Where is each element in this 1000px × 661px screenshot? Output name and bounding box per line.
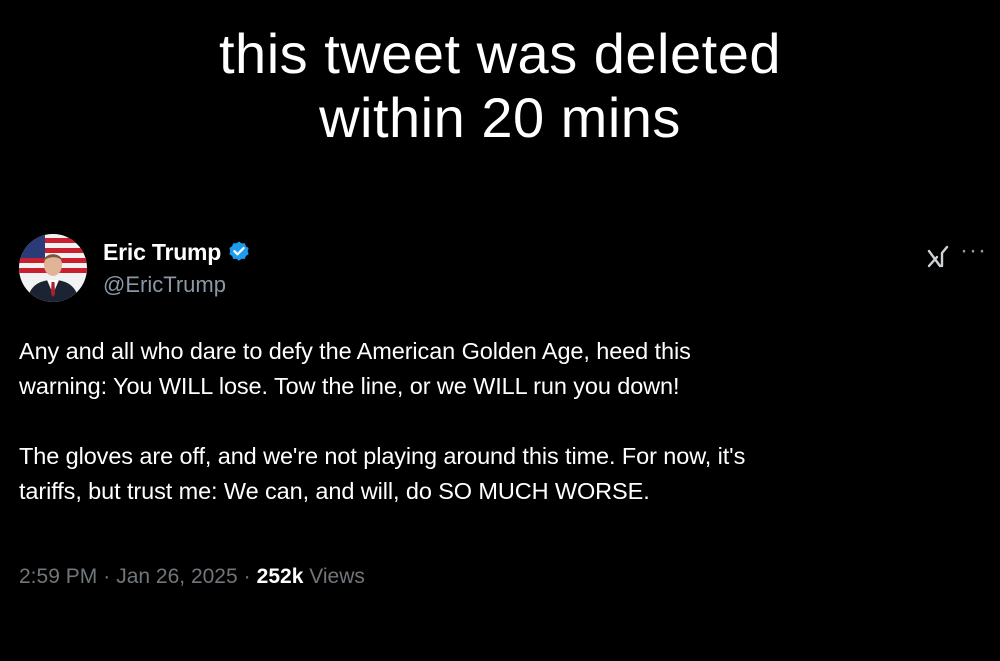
separator: · xyxy=(243,565,251,588)
tweet-paragraph: The gloves are off, and we're not playin… xyxy=(19,439,979,509)
author-name-row: Eric Trump xyxy=(103,237,251,267)
tweet-line: Any and all who dare to defy the America… xyxy=(19,338,691,364)
meme-caption: this tweet was deleted within 20 mins xyxy=(0,22,1000,150)
views-count: 252k xyxy=(256,565,304,588)
tweet-line: The gloves are off, and we're not playin… xyxy=(19,443,746,469)
tweet-card: Eric Trump @EricTrump ··· Any and all wh… xyxy=(0,224,1000,644)
author-display-name[interactable]: Eric Trump xyxy=(103,239,221,266)
tweet-metadata: 2:59 PM · Jan 26, 2025 · 252k Views xyxy=(19,565,365,589)
tweet-date[interactable]: Jan 26, 2025 xyxy=(116,565,237,588)
separator: · xyxy=(103,565,111,588)
avatar[interactable] xyxy=(19,234,87,302)
tweet-line: warning: You WILL lose. Tow the line, or… xyxy=(19,373,680,399)
tweet-paragraph: Any and all who dare to defy the America… xyxy=(19,334,979,404)
caption-line-1: this tweet was deleted xyxy=(219,22,781,85)
tweet-line: tariffs, but trust me: We can, and will,… xyxy=(19,478,650,504)
views-label: Views xyxy=(309,565,365,588)
tweet-text: Any and all who dare to defy the America… xyxy=(19,334,979,509)
more-options-icon[interactable]: ··· xyxy=(960,238,987,264)
author-handle[interactable]: @EricTrump xyxy=(103,272,226,298)
verified-badge-icon xyxy=(227,240,251,264)
caption-line-2: within 20 mins xyxy=(319,86,681,149)
grok-icon[interactable] xyxy=(925,242,953,270)
tweet-time[interactable]: 2:59 PM xyxy=(19,565,97,588)
